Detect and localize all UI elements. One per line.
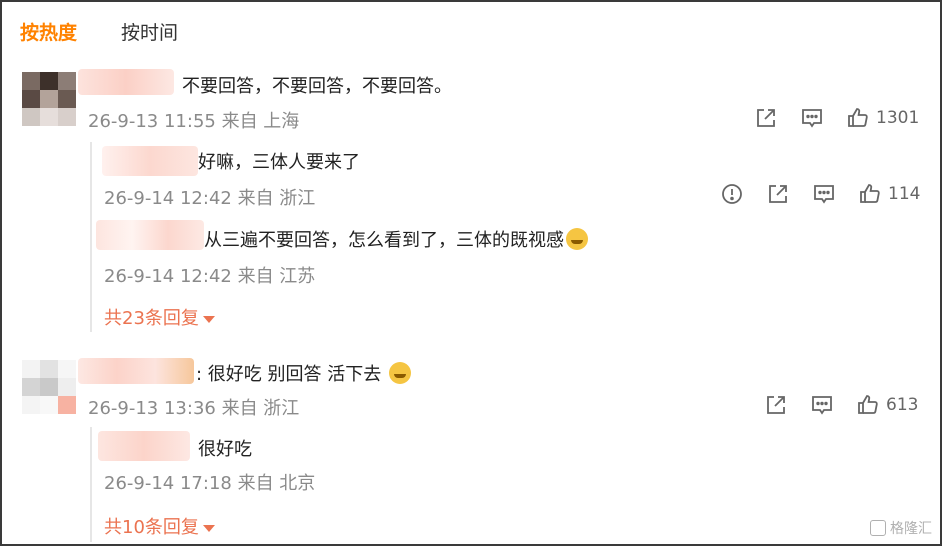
comment-actions: 613 xyxy=(764,393,918,417)
reply-list: 很好吃 26-9-14 17:18 来自 北京 共10条回复 xyxy=(90,427,315,542)
report-icon xyxy=(722,184,742,204)
username-blurred[interactable] xyxy=(96,220,204,250)
report-button[interactable] xyxy=(720,182,744,206)
chevron-down-icon xyxy=(202,524,215,532)
sort-tabs: 按热度 按时间 xyxy=(20,18,178,45)
avatar[interactable] xyxy=(22,72,76,126)
reply-text: 从三遍不要回答，怎么看到了，三体的既视感 xyxy=(204,226,588,252)
reply-meta: 26-9-14 17:18 来自 北京 xyxy=(104,473,316,494)
reply-actions: 114 xyxy=(720,182,920,206)
username-blurred[interactable] xyxy=(102,146,198,176)
share-icon xyxy=(757,109,775,127)
like-icon xyxy=(860,184,880,203)
tab-time[interactable]: 按时间 xyxy=(121,18,178,45)
share-button[interactable] xyxy=(764,393,788,417)
reply-button[interactable] xyxy=(810,393,834,417)
reply-text: 很好吃 xyxy=(198,439,252,460)
reply-button[interactable] xyxy=(812,182,836,206)
username-blurred[interactable] xyxy=(98,431,190,461)
emoji-icon xyxy=(566,228,588,250)
comment-icon xyxy=(802,109,822,128)
comment-text: 不要回答，不要回答，不要回答。 xyxy=(182,76,452,97)
username-blurred[interactable] xyxy=(78,358,194,384)
like-icon xyxy=(858,395,878,414)
like-button[interactable]: 114 xyxy=(858,182,920,206)
reply-list: 好嘛，三体人要来了 26-9-14 12:42 来自 浙江 114 从三遍不要回… xyxy=(90,142,920,332)
share-button[interactable] xyxy=(754,106,778,130)
comment-meta: 26-9-13 11:55 来自 上海 xyxy=(88,111,300,132)
watermark: 格隆汇 xyxy=(870,518,932,538)
watermark-logo-icon xyxy=(870,520,886,536)
like-button[interactable]: 613 xyxy=(856,393,918,417)
like-count: 613 xyxy=(886,395,919,415)
reply-button[interactable] xyxy=(800,106,824,130)
emoji-icon xyxy=(388,362,411,384)
comment-icon xyxy=(814,185,834,204)
like-count: 1301 xyxy=(876,108,920,128)
share-icon xyxy=(769,185,787,203)
share-icon xyxy=(767,396,785,414)
avatar[interactable] xyxy=(22,360,76,414)
tab-hot[interactable]: 按热度 xyxy=(20,18,77,45)
comment-panel: 按热度 按时间 不要回答，不要回答，不要回答。 26-9-13 11:55 来自… xyxy=(0,0,942,546)
reply-text: 好嘛，三体人要来了 xyxy=(198,152,360,173)
like-count: 114 xyxy=(888,184,921,204)
like-button[interactable]: 1301 xyxy=(846,106,919,130)
comment-actions: 1301 xyxy=(754,106,919,130)
reply-meta: 26-9-14 12:42 来自 江苏 xyxy=(104,266,316,287)
comment-meta: 26-9-13 13:36 来自 浙江 xyxy=(88,398,300,419)
username-blurred[interactable] xyxy=(78,69,174,95)
more-replies-link[interactable]: 共23条回复 xyxy=(104,304,215,330)
comment-icon xyxy=(812,396,832,415)
more-replies-link[interactable]: 共10条回复 xyxy=(104,513,215,539)
comment-text: : 很好吃 别回答 活下去 xyxy=(196,360,411,386)
reply-meta: 26-9-14 12:42 来自 浙江 xyxy=(104,188,316,209)
chevron-down-icon xyxy=(202,315,215,323)
like-icon xyxy=(848,108,868,127)
share-button[interactable] xyxy=(766,182,790,206)
